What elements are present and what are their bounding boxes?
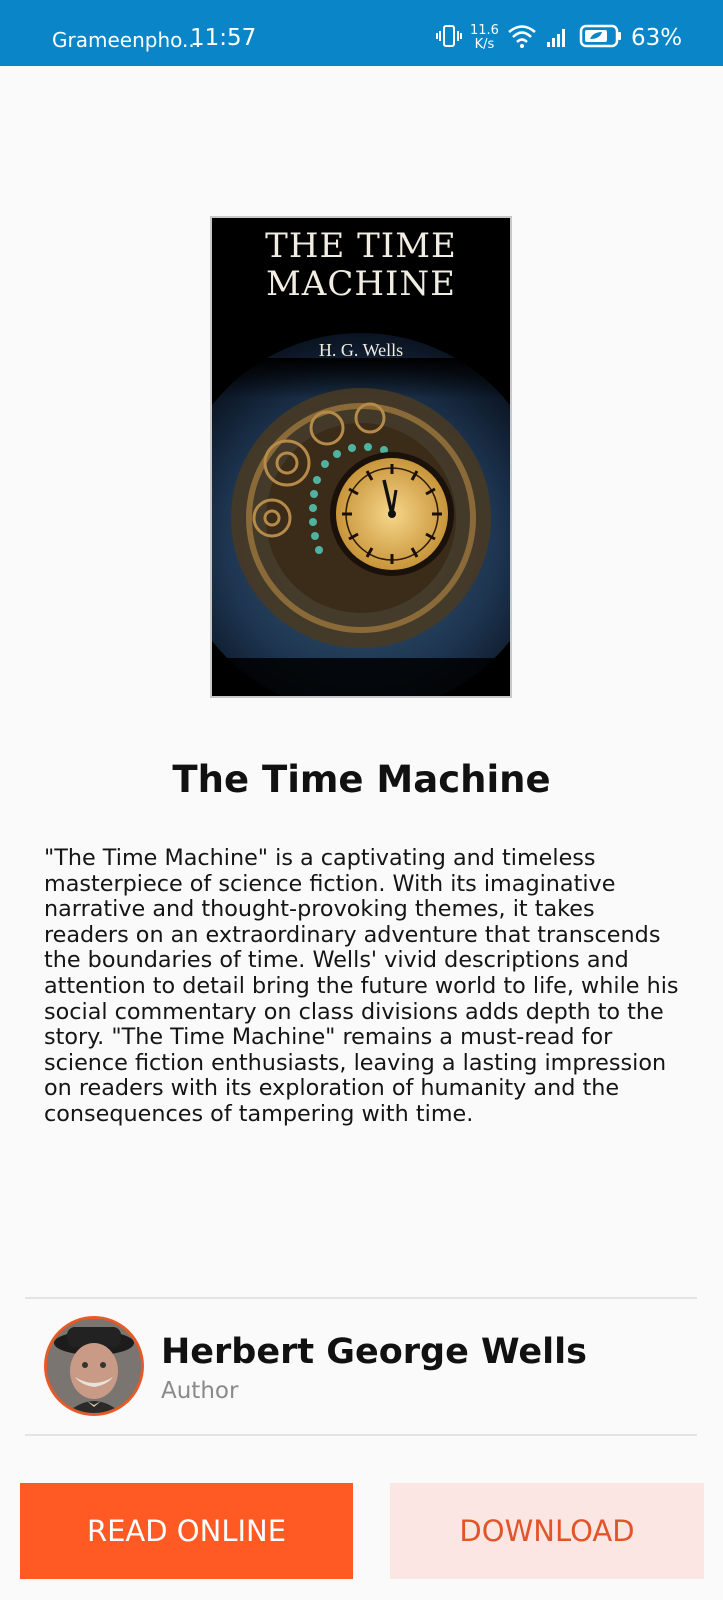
battery-percentage: 63% (630, 25, 683, 51)
book-cover: THE TIME MACHINE H. G. Wells (210, 216, 512, 698)
divider-bottom (25, 1434, 697, 1436)
download-button[interactable]: DOWNLOAD (390, 1483, 704, 1579)
status-bar: Grameenpho... 11:57 11.6 K/s 63% (0, 0, 723, 66)
cover-title-line-1: THE TIME (265, 226, 457, 266)
status-icons: 11.6 K/s 63% (436, 20, 682, 56)
read-online-button[interactable]: READ ONLINE (20, 1483, 353, 1579)
book-title: The Time Machine (172, 758, 551, 801)
author-name: Herbert George Wells (161, 1332, 587, 1372)
battery-icon (579, 23, 623, 54)
cover-author: H. G. Wells (318, 340, 404, 360)
divider-top (25, 1297, 697, 1299)
clock: 11:57 (190, 25, 257, 51)
wifi-icon (507, 23, 537, 54)
network-speed-unit: K/s (474, 37, 495, 52)
signal-icon (545, 24, 571, 53)
author-row[interactable]: Herbert George Wells Author (44, 1316, 684, 1416)
network-speed: 11.6 K/s (470, 24, 499, 52)
book-description: "The Time Machine" is a captivating and … (44, 845, 679, 1127)
author-avatar (44, 1316, 144, 1416)
cover-title-line-2: MACHINE (265, 264, 457, 304)
carrier-name: Grameenpho... (52, 28, 202, 52)
network-speed-value: 11.6 (470, 23, 499, 38)
vibrate-icon (436, 23, 462, 54)
author-role: Author (161, 1378, 239, 1404)
